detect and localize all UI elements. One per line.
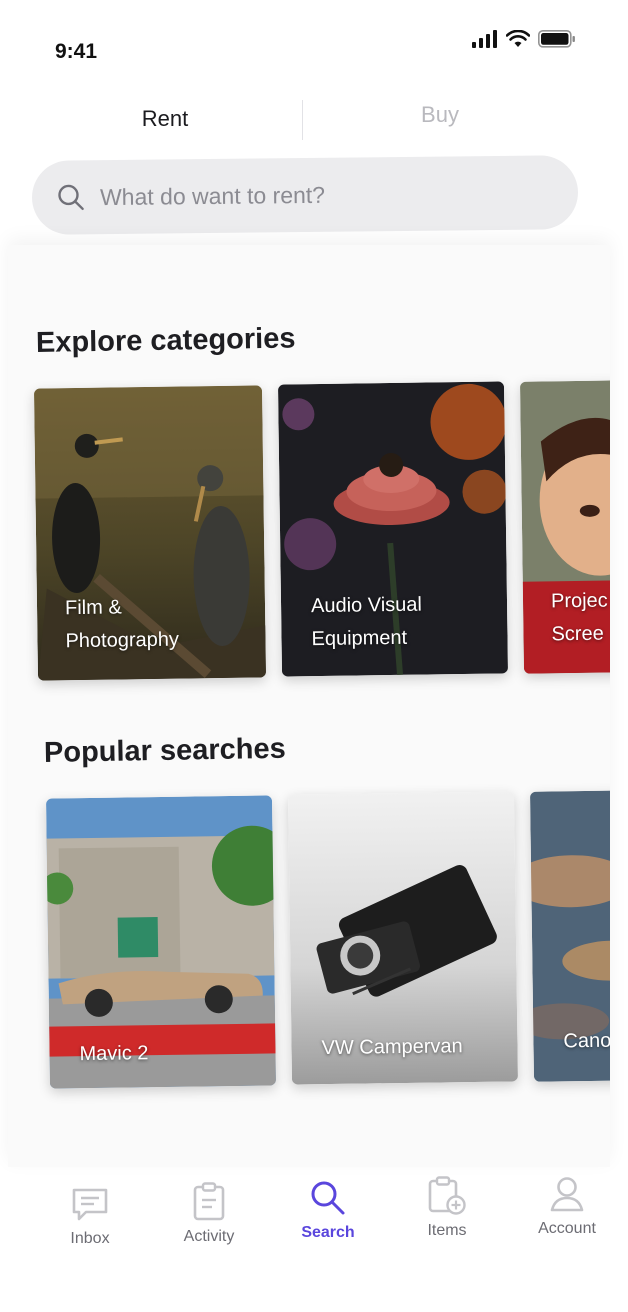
category-label: Audio Visual Equipment [311,589,423,657]
status-time: 9:41 [55,40,98,63]
search-input[interactable]: What do want to rent? [31,155,579,235]
battery-icon [538,30,575,48]
category-label: Projec Scree [551,585,609,652]
category-card-projector-screen[interactable]: Projec Scree [519,380,610,674]
rent-buy-toggle: Rent Buy [40,100,590,144]
popular-card-canon[interactable]: Canon [529,790,610,1082]
segment-divider [302,100,303,140]
category-label: Film & Photography [65,591,179,659]
nav-label-account: Account [538,1220,596,1237]
search-placeholder: What do want to rent? [99,181,326,210]
clipboard-icon [193,1182,225,1221]
nav-item-account[interactable]: Account [512,1174,622,1238]
popular-label: Mavic 2 [79,1042,149,1066]
tab-rent[interactable]: Rent [45,106,285,132]
nav-item-search[interactable]: Search [273,1178,383,1242]
category-card-film-photography[interactable]: Film & Photography [33,385,267,681]
content-panel: Explore categories Film & Photography Au… [8,245,610,1167]
popular-label: VW Campervan [321,1035,463,1060]
nav-item-inbox[interactable]: Inbox [35,1186,145,1248]
inbox-icon [72,1188,108,1221]
nav-label-activity: Activity [183,1228,235,1245]
category-label-line2: Equipment [311,626,408,651]
explore-categories-title: Explore categories [35,322,296,359]
items-add-icon [428,1176,466,1215]
nav-item-items[interactable]: Items [392,1176,502,1240]
search-icon [311,1181,345,1215]
wifi-icon [506,30,530,47]
status-bar: 9:41 [0,0,628,90]
category-label-line2: Scree [551,622,604,646]
popular-card-vw-campervan[interactable]: VW Campervan [287,791,519,1085]
tab-buy[interactable]: Buy [320,102,560,128]
person-icon [550,1177,584,1212]
nav-label-search: Search [301,1224,355,1241]
nav-item-activity[interactable]: Activity [154,1182,264,1246]
popular-label: Canon [563,1029,610,1053]
nav-label-inbox: Inbox [70,1230,110,1247]
popular-card-mavic-2[interactable]: Mavic 2 [45,795,277,1089]
category-label-line1: Projec [550,589,608,613]
category-card-audio-visual[interactable]: Audio Visual Equipment [277,381,509,677]
status-icons [472,30,576,48]
category-label-line2: Photography [65,628,180,653]
bottom-navigation: Inbox Activity Search Items Account [0,1168,628,1278]
search-icon [58,184,84,211]
nav-label-items: Items [427,1222,467,1239]
category-label-line1: Audio Visual [310,593,423,618]
cellular-signal-icon [472,30,497,48]
popular-searches-title: Popular searches [43,732,287,769]
category-label-line1: Film & [64,596,122,620]
